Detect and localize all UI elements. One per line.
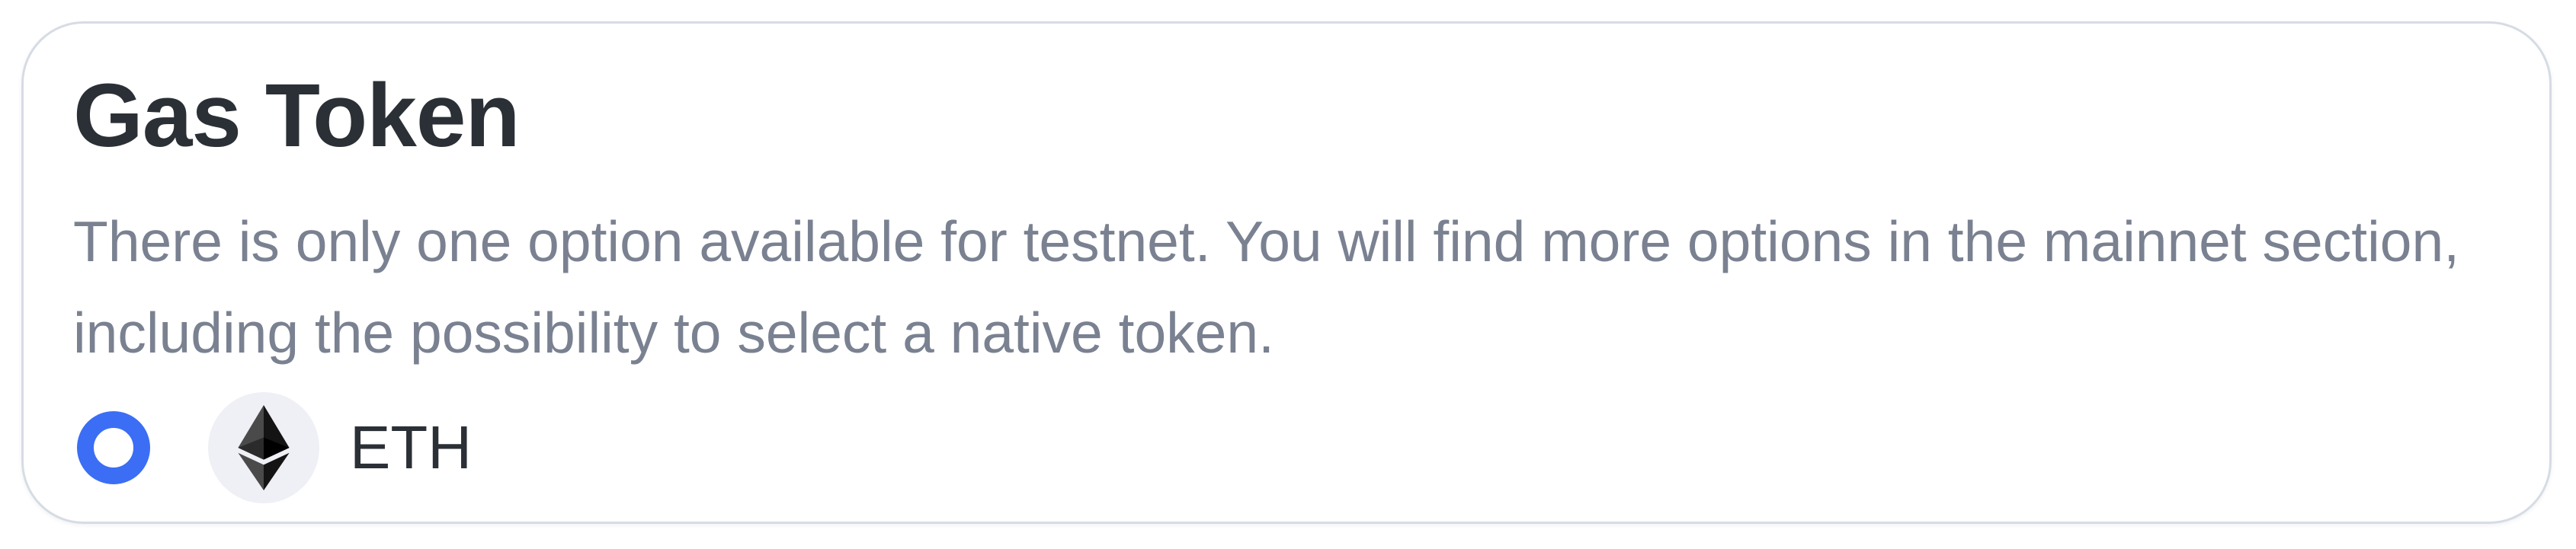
gas-token-card: Gas Token There is only one option avail… bbox=[21, 21, 2552, 524]
token-label: ETH bbox=[350, 413, 472, 481]
card-title: Gas Token bbox=[73, 65, 521, 166]
token-option-eth[interactable]: ETH bbox=[77, 391, 472, 505]
ethereum-icon bbox=[208, 392, 319, 503]
card-description: There is only one option available for t… bbox=[73, 209, 2460, 365]
token-radio-button[interactable] bbox=[77, 411, 150, 484]
